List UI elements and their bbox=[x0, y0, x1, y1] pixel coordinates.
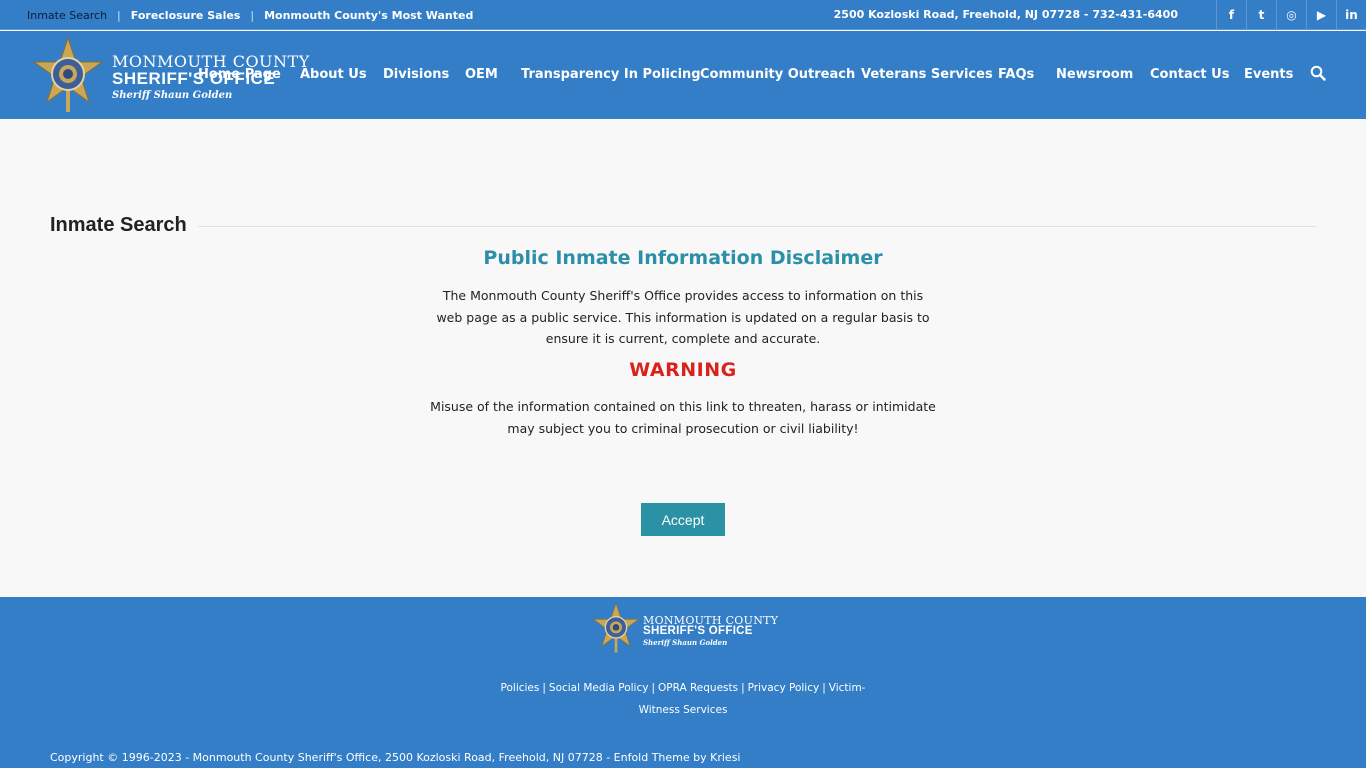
warning-paragraph: Misuse of the information contained on t… bbox=[430, 399, 936, 436]
youtube-icon[interactable]: ▶ bbox=[1306, 0, 1336, 30]
separator: | bbox=[542, 682, 546, 694]
footer-link-social-media-policy[interactable]: Social Media Policy bbox=[549, 682, 649, 694]
twitter-icon[interactable]: t bbox=[1246, 0, 1276, 30]
top-link-most-wanted[interactable]: Monmouth County's Most Wanted bbox=[264, 9, 473, 22]
separator: | bbox=[741, 682, 745, 694]
nav-item-veterans-services[interactable]: Veterans Services bbox=[861, 31, 993, 119]
separator: | bbox=[651, 682, 655, 694]
nav-item-newsroom[interactable]: Newsroom bbox=[1056, 31, 1133, 119]
footer-logo-line-2: SHERIFF'S OFFICE bbox=[643, 625, 753, 637]
nav-item-home-page[interactable]: Home Page bbox=[198, 31, 281, 119]
footer-link-privacy-policy[interactable]: Privacy Policy bbox=[748, 682, 820, 694]
separator: | bbox=[250, 8, 255, 22]
top-address: 2500 Kozloski Road, Freehold, NJ 07728 -… bbox=[833, 8, 1178, 21]
nav-item-about-us[interactable]: About Us bbox=[300, 31, 367, 119]
footer-link-policies[interactable]: Policies bbox=[501, 682, 540, 694]
copyright-text: Copyright © 1996-2023 - Monmouth County … bbox=[50, 751, 741, 764]
nav-item-oem[interactable]: OEM bbox=[465, 31, 498, 119]
warning-heading: WARNING bbox=[629, 359, 737, 381]
nav-item-divisions[interactable]: Divisions bbox=[383, 31, 449, 119]
top-bar: Inmate Search | Foreclosure Sales | Monm… bbox=[0, 0, 1366, 30]
site-header: MONMOUTH COUNTY SHERIFF'S OFFICE Sheriff… bbox=[0, 31, 1366, 119]
top-link-foreclosure-sales[interactable]: Foreclosure Sales bbox=[131, 9, 241, 22]
nav-item-faqs[interactable]: FAQs bbox=[998, 31, 1034, 119]
main-nav: Home Page About Us Divisions OEM Transpa… bbox=[0, 31, 1366, 119]
footer-links: Policies | Social Media Policy | OPRA Reques… bbox=[490, 677, 876, 721]
top-links: Inmate Search | Foreclosure Sales | Monm… bbox=[27, 0, 473, 30]
nav-item-community-outreach[interactable]: Community Outreach bbox=[700, 31, 855, 119]
facebook-icon[interactable]: f bbox=[1216, 0, 1246, 30]
separator: | bbox=[822, 682, 826, 694]
disclaimer-paragraph: The Monmouth County Sheriff's Office pro… bbox=[436, 288, 930, 346]
top-link-inmate-search[interactable]: Inmate Search bbox=[27, 9, 107, 22]
footer-link-opra-requests[interactable]: OPRA Requests bbox=[658, 682, 738, 694]
linkedin-icon[interactable]: in bbox=[1336, 0, 1366, 30]
main-content: Inmate Search Public Inmate Information … bbox=[0, 119, 1366, 597]
site-footer: MONMOUTH COUNTY SHERIFF'S OFFICE Sheriff… bbox=[0, 597, 1366, 768]
accept-button[interactable]: Accept bbox=[641, 503, 725, 536]
social-links: f t ◎ ▶ in bbox=[1216, 0, 1366, 30]
nav-item-events[interactable]: Events bbox=[1244, 31, 1293, 119]
footer-logo-line-3: Sheriff Shaun Golden bbox=[643, 638, 728, 647]
nav-item-transparency[interactable]: Transparency In Policing bbox=[521, 31, 701, 119]
page-title: Inmate Search bbox=[50, 214, 187, 236]
separator: | bbox=[117, 8, 121, 22]
sheriff-badge-icon bbox=[592, 602, 640, 653]
search-icon[interactable] bbox=[1310, 65, 1326, 81]
footer-logo[interactable]: MONMOUTH COUNTY SHERIFF'S OFFICE Sheriff… bbox=[592, 602, 778, 654]
nav-item-contact-us[interactable]: Contact Us bbox=[1150, 31, 1229, 119]
instagram-icon[interactable]: ◎ bbox=[1276, 0, 1306, 30]
disclaimer-title: Public Inmate Information Disclaimer bbox=[483, 247, 883, 269]
title-divider bbox=[198, 226, 1316, 227]
